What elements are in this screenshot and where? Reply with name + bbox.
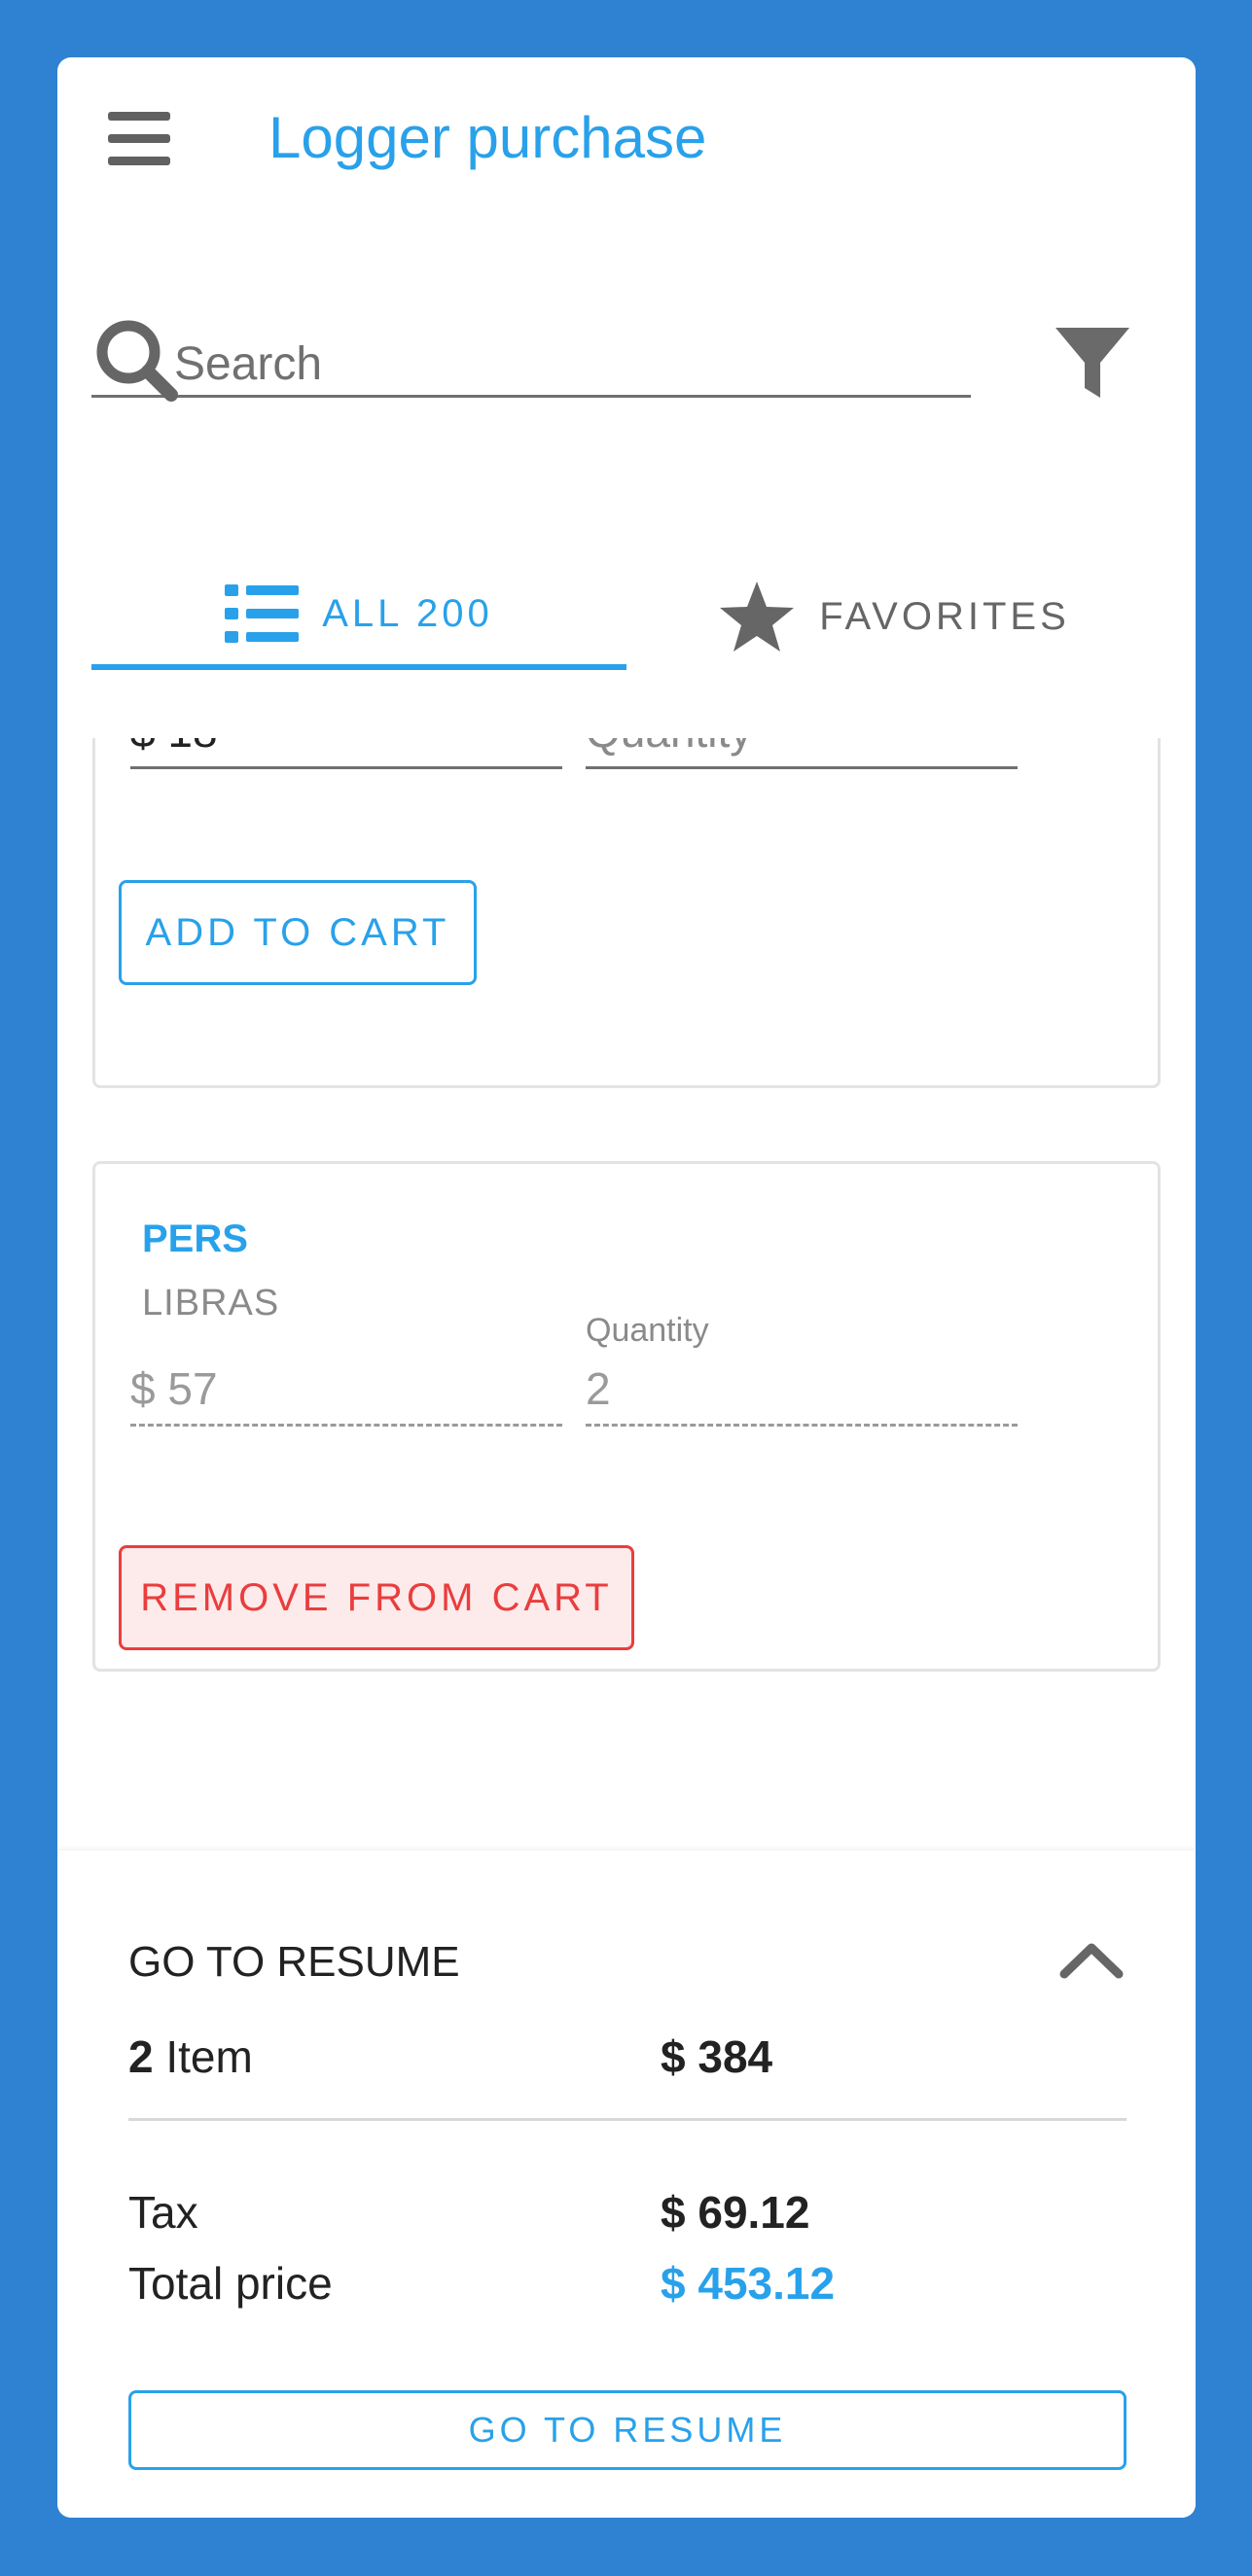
quantity-input[interactable]: Quantity [586,738,1018,769]
search-icon [96,320,178,402]
cart-summary-panel: GO TO RESUME 2 Item $ 384 Tax $ 69.12 To… [57,1851,1196,2518]
product-card: $ 18 Quantity ADD TO CART [92,738,1161,1088]
total-label: Total price [128,2258,333,2309]
price-field: $ 57 [130,1359,562,1427]
price-value: $ 57 [130,1363,218,1414]
app-title: Logger purchase [268,105,707,170]
summary-divider [128,2118,1127,2121]
quantity-placeholder: Quantity [586,738,752,757]
total-value: $ 453.12 [661,2258,836,2309]
price-value: $ 18 [130,738,218,757]
tax-value: $ 69.12 [661,2187,810,2238]
app-window: Logger purchase ALL 200 FAVORITES [57,57,1196,2518]
search-input[interactable] [174,320,952,407]
quantity-field: 2 [586,1359,1018,1427]
item-word: Item [165,2031,253,2082]
product-name: PERS [142,1217,248,1260]
tax-label: Tax [128,2187,198,2238]
remove-from-cart-button[interactable]: REMOVE FROM CART [119,1545,634,1650]
item-count-row: 2 Item [128,2030,253,2083]
go-to-resume-button[interactable]: GO TO RESUME [128,2390,1127,2470]
summary-heading: GO TO RESUME [128,1938,460,1986]
chevron-up-icon[interactable] [1059,1940,1124,1979]
product-category: LIBRAS [142,1283,280,1323]
quantity-caption: Quantity [586,1312,709,1349]
filter-icon[interactable] [1054,324,1131,402]
quantity-value: 2 [586,1363,611,1414]
tab-favorites[interactable]: FAVORITES [626,563,1162,670]
product-list[interactable]: $ 18 Quantity ADD TO CART PERS LIBRAS Qu… [57,738,1196,1905]
hamburger-menu-icon[interactable] [108,112,170,166]
tab-all-label: ALL 200 [322,591,493,635]
tab-favorites-label: FAVORITES [819,594,1070,638]
list-icon [225,584,300,643]
product-card: PERS LIBRAS Quantity $ 57 2 REMOVE FROM … [92,1161,1161,1672]
items-total: $ 384 [661,2031,773,2082]
tab-all[interactable]: ALL 200 [91,563,626,670]
add-to-cart-button[interactable]: ADD TO CART [119,880,477,985]
price-field: $ 18 [130,738,562,769]
star-icon [720,582,795,652]
item-count: 2 [128,2031,154,2082]
